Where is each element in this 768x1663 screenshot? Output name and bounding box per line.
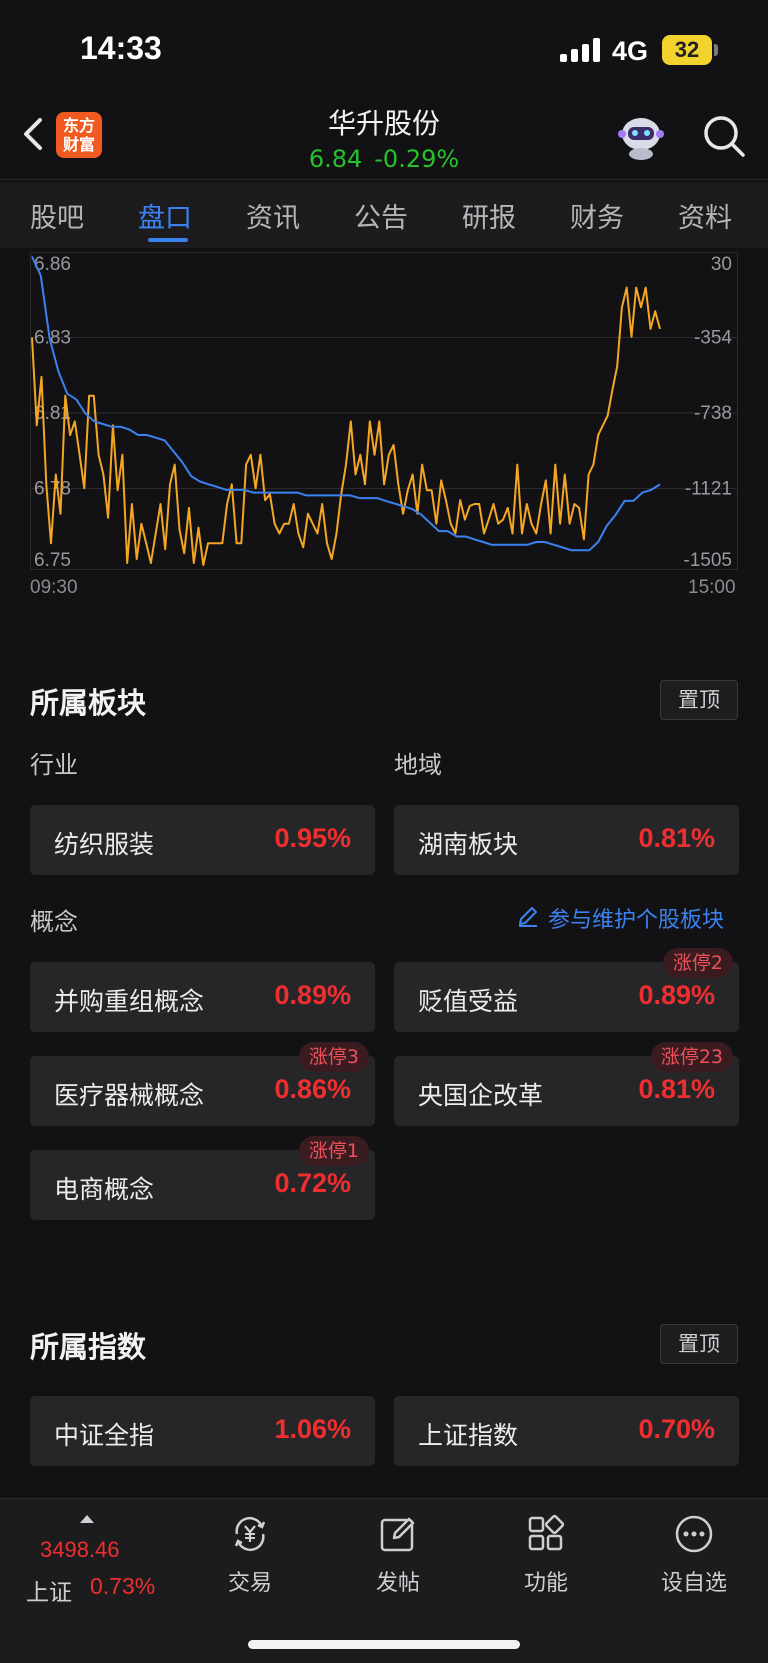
card-name: 医疗器械概念 xyxy=(54,1081,205,1110)
more-dots-icon xyxy=(675,1515,713,1553)
industry-card[interactable]: 纺织服装 0.95% xyxy=(30,805,375,875)
tab-guba[interactable]: 股吧 xyxy=(30,196,84,235)
limit-up-badge: 涨停3 xyxy=(298,1042,369,1072)
signal-icon xyxy=(560,38,602,62)
tab-bar: 股吧 盘口 资讯 公告 研报 财务 资料 xyxy=(0,182,768,248)
nav-trade[interactable]: 交易 xyxy=(190,1513,310,1597)
active-tab-indicator xyxy=(148,238,188,242)
battery-tip xyxy=(714,44,718,56)
card-pct: 1.06% xyxy=(274,1414,351,1444)
card-name: 央国企改革 xyxy=(418,1081,544,1110)
index-value: 3498.46 xyxy=(40,1537,120,1562)
nav-label: 功能 xyxy=(523,1571,568,1596)
concept-card[interactable]: 涨停1 电商概念 0.72% xyxy=(30,1136,375,1220)
concept-card[interactable]: 涨停23 央国企改革 0.81% xyxy=(394,1042,739,1126)
right-tick-label: -354 xyxy=(694,328,732,349)
home-indicator xyxy=(248,1640,520,1649)
chart-start-time: 09:30 xyxy=(30,577,78,598)
tab-yanbao[interactable]: 研报 xyxy=(462,196,516,235)
industry-label: 行业 xyxy=(30,751,78,779)
stock-change: -0.29% xyxy=(374,145,460,173)
tab-caiwu[interactable]: 财务 xyxy=(570,196,624,235)
right-tick-label: -1121 xyxy=(685,479,732,500)
card-pct: 0.70% xyxy=(638,1414,715,1444)
expand-up-icon xyxy=(80,1515,94,1523)
card-pct: 0.89% xyxy=(638,980,715,1010)
status-time: 14:33 xyxy=(80,30,162,66)
chart-end-time: 15:00 xyxy=(688,577,736,598)
concept-card[interactable]: 并购重组概念 0.89% xyxy=(30,962,375,1032)
region-label: 地域 xyxy=(394,751,442,779)
tab-ziliao[interactable]: 资料 xyxy=(678,196,732,235)
price-line xyxy=(31,256,661,552)
battery-icon: 32 xyxy=(662,35,712,65)
tab-zixun[interactable]: 资讯 xyxy=(246,196,300,235)
right-tick-label: -1505 xyxy=(683,550,732,570)
card-pct: 0.81% xyxy=(638,1074,715,1104)
left-tick-label: 6.78 xyxy=(34,479,71,500)
nav-functions[interactable]: 功能 xyxy=(486,1513,606,1597)
right-tick-label: -738 xyxy=(694,403,732,424)
nav-post[interactable]: 发帖 xyxy=(338,1513,458,1597)
index-name: 上证 xyxy=(26,1580,72,1606)
card-name: 电商概念 xyxy=(54,1175,155,1204)
pencil-icon[interactable] xyxy=(516,904,540,928)
limit-up-badge: 涨停23 xyxy=(650,1042,733,1072)
card-name: 上证指数 xyxy=(418,1421,519,1450)
nav-label: 交易 xyxy=(227,1571,272,1596)
concept-card[interactable]: 涨停2 贬值受益 0.89% xyxy=(394,948,739,1032)
status-bar: 14:33 4G 32 xyxy=(0,0,768,100)
card-name: 纺织服装 xyxy=(54,830,155,859)
card-pct: 0.81% xyxy=(638,823,715,853)
index-card[interactable]: 上证指数 0.70% xyxy=(394,1396,739,1466)
card-pct: 0.86% xyxy=(274,1074,351,1104)
tab-gonggao[interactable]: 公告 xyxy=(354,196,408,235)
intraday-chart[interactable]: 6.86 30 6.83 -354 6.81 -738 6.78 -1121 6.75 -1505 xyxy=(30,252,738,571)
card-name: 贬值受益 xyxy=(418,987,519,1016)
left-tick-label: 6.83 xyxy=(34,328,71,349)
concept-label: 概念 xyxy=(30,908,78,936)
chart-frame xyxy=(30,252,738,570)
concept-card[interactable]: 涨停3 医疗器械概念 0.86% xyxy=(30,1042,375,1126)
maintain-sectors-link[interactable]: 参与维护个股板块 xyxy=(548,902,724,934)
index-pct: 0.73% xyxy=(90,1573,156,1599)
grid-apps-icon xyxy=(528,1514,565,1551)
indices-title: 所属指数 xyxy=(30,1330,147,1364)
card-pct: 0.89% xyxy=(274,980,351,1010)
nav-label: 发帖 xyxy=(375,1571,420,1596)
nav-watchlist[interactable]: 设自选 xyxy=(634,1513,754,1597)
stock-header: 东方 财富 华升股份 6.84 -0.29% xyxy=(0,100,768,180)
region-card[interactable]: 湖南板块 0.81% xyxy=(394,805,739,875)
tab-pankou[interactable]: 盘口 xyxy=(138,196,192,235)
card-name: 湖南板块 xyxy=(418,830,519,859)
card-pct: 0.95% xyxy=(274,823,351,853)
right-tick-label: 30 xyxy=(711,254,732,275)
robot-assistant-icon[interactable] xyxy=(616,112,666,162)
stock-price: 6.84 xyxy=(308,145,363,173)
fund-flow-line xyxy=(31,286,661,566)
limit-up-badge: 涨停1 xyxy=(298,1136,369,1166)
sectors-pin-button[interactable]: 置顶 xyxy=(660,680,738,720)
index-card[interactable]: 中证全指 1.06% xyxy=(30,1396,375,1466)
card-name: 中证全指 xyxy=(54,1421,155,1450)
card-pct: 0.72% xyxy=(274,1168,351,1198)
sectors-title: 所属板块 xyxy=(30,686,147,720)
limit-up-badge: 涨停2 xyxy=(662,948,733,978)
edit-post-icon xyxy=(380,1517,415,1552)
indices-pin-button[interactable]: 置顶 xyxy=(660,1324,738,1364)
card-name: 并购重组概念 xyxy=(54,987,205,1016)
trade-icon xyxy=(234,1516,266,1552)
search-icon[interactable] xyxy=(700,112,748,160)
left-tick-label: 6.75 xyxy=(34,550,71,570)
chart-svg: 6.86 306.83 -3546.81 -7386.78 -11216.75 -1505 xyxy=(30,252,738,571)
nav-label: 设自选 xyxy=(660,1571,727,1596)
network-type: 4G xyxy=(612,36,649,66)
bottom-nav: 3498.46 上证 0.73% 交易 发帖 功能 设自选 xyxy=(0,1498,768,1663)
